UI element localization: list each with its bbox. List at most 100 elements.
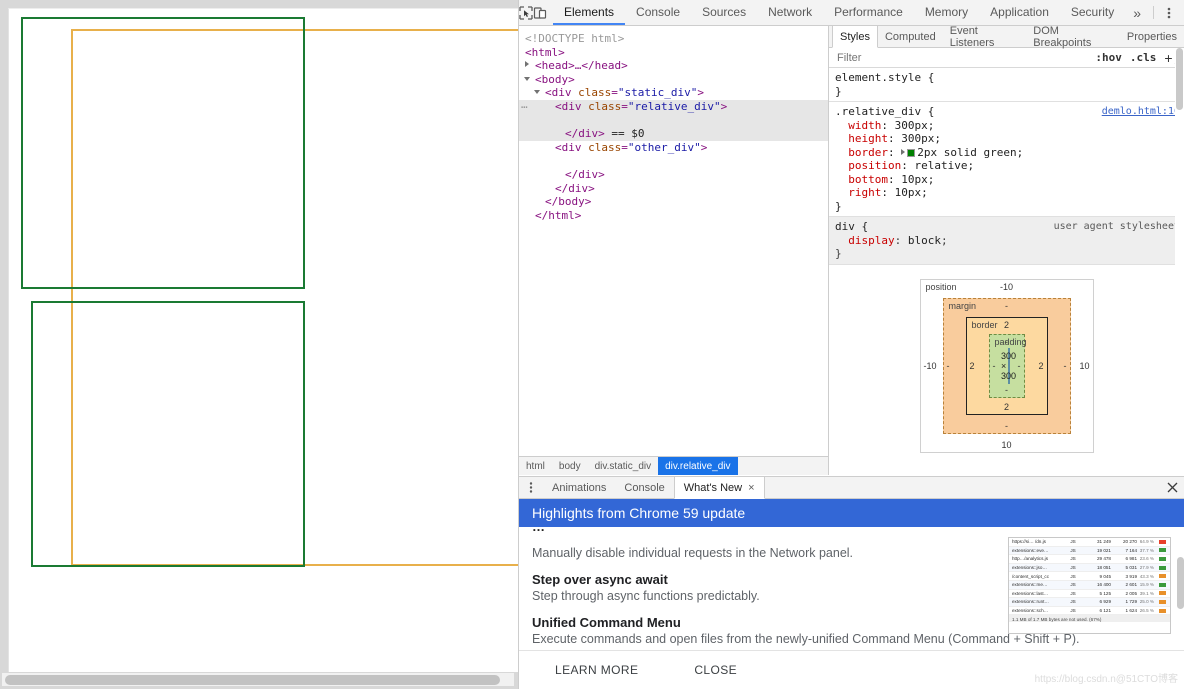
tab-elements[interactable]: Elements [553,0,626,25]
collapse-triangle-icon[interactable] [524,76,530,81]
box-model-padding-top[interactable]: - [1005,337,1008,347]
box-model-padding-left[interactable]: - [993,361,996,371]
dom-tree-row[interactable]: <div class="other_div"> [519,141,828,155]
tab-memory[interactable]: Memory [914,0,979,25]
box-model-margin-top[interactable]: - [1005,301,1008,311]
dom-tree-row[interactable]: <body> [519,73,828,87]
dom-tree-row[interactable]: </body> [519,195,828,209]
css-property-value[interactable]: 300px [895,119,928,132]
box-model-border-left[interactable]: 2 [970,361,975,371]
breadcrumb-item[interactable]: div.static_div [588,457,659,476]
dom-tree-row[interactable] [519,113,828,128]
dom-tree-row[interactable]: <head>…</head> [519,59,828,73]
css-property-name[interactable]: border [848,146,888,159]
css-selector[interactable]: element.style { [835,71,934,84]
box-model-margin-left[interactable]: - [947,361,950,371]
breadcrumb-item[interactable]: div.relative_div [658,456,738,475]
page-horizontal-scrollbar[interactable] [2,673,514,686]
css-property-name[interactable]: display [848,234,894,247]
css-property-value[interactable]: 10px [895,186,922,199]
dom-tree-row[interactable]: <html> [519,46,828,60]
css-rule[interactable]: element.style { } [829,68,1184,102]
drawer-tab-console[interactable]: Console [615,477,673,498]
network-table-footer: 1.1 MB of 1.7 MB bytes are not used. (67… [1009,615,1170,623]
box-model-border-right[interactable]: 2 [1038,361,1043,371]
cls-toggle[interactable]: .cls [1126,51,1161,64]
styles-tab-event-listeners[interactable]: Event Listeners [943,26,1027,49]
css-property-value[interactable]: relative [914,159,967,172]
tab-performance[interactable]: Performance [823,0,914,25]
box-model-padding-right[interactable]: - [1018,361,1021,371]
css-rule[interactable]: demlo.html:16 .relative_div { width: 300p… [829,102,1184,217]
tab-application[interactable]: Application [979,0,1060,25]
styles-vertical-scrollbar[interactable] [1175,48,1184,475]
box-model-position-right[interactable]: 10 [1079,361,1089,371]
tab-network[interactable]: Network [757,0,823,25]
close-tab-icon[interactable]: × [748,482,754,494]
box-model-border-top[interactable]: 2 [1004,320,1009,330]
drawer-vertical-scrollbar-thumb[interactable] [1177,557,1184,609]
whats-new-clipped-heading: … [532,527,545,534]
dom-tree[interactable]: <!DOCTYPE html> <html> <head>…</head> <body… [519,26,828,222]
expand-triangle-icon[interactable] [525,61,529,68]
more-options-icon[interactable] [1158,0,1180,25]
drawer-more-icon[interactable] [519,477,543,498]
breadcrumb-item[interactable]: html [519,457,552,476]
drawer-tab-animations[interactable]: Animations [543,477,615,498]
dom-tree-row[interactable]: </div> [519,182,828,196]
box-model-diagram[interactable]: position -10 -10 10 10 margin - - - - bo… [919,278,1094,453]
styles-vertical-scrollbar-thumb[interactable] [1176,48,1183,110]
dom-tree-row[interactable] [519,154,828,168]
tab-console[interactable]: Console [625,0,691,25]
color-swatch-icon[interactable] [907,148,916,157]
styles-tab-styles[interactable]: Styles [832,26,878,48]
dom-tree-row[interactable]: </html> [519,209,828,223]
css-property-value[interactable]: 2px solid green [917,146,1016,159]
box-model-padding-bottom[interactable]: - [1005,385,1008,395]
inspect-cursor-icon[interactable] [519,0,533,25]
more-tabs-icon[interactable]: » [1125,0,1149,25]
css-property-name[interactable]: width [848,119,881,132]
close-devtools-icon[interactable] [1180,0,1184,25]
collapse-triangle-icon[interactable] [534,90,540,95]
dom-tree-row[interactable]: </div> [519,168,828,182]
css-property-name[interactable]: position [848,159,901,172]
css-property-name[interactable]: height [848,132,888,145]
new-style-rule-button[interactable]: + [1160,50,1174,66]
close-drawer-icon[interactable] [1159,477,1184,498]
page-horizontal-scrollbar-thumb[interactable] [5,675,500,685]
learn-more-button[interactable]: LEARN MORE [555,663,638,677]
styles-tab-properties[interactable]: Properties [1120,26,1184,47]
box-model-content-box[interactable]: 300 × 300 [1001,347,1016,384]
css-property-value[interactable]: block [908,234,941,247]
expand-shorthand-icon[interactable] [901,148,906,155]
css-property-value[interactable]: 300px [901,132,934,145]
css-selector[interactable]: .relative_div { [835,105,934,118]
css-property-name[interactable]: right [848,186,881,199]
css-property-name[interactable]: bottom [848,173,888,186]
tab-security[interactable]: Security [1060,0,1125,25]
close-button[interactable]: CLOSE [694,663,737,677]
box-model-margin-right[interactable]: - [1064,361,1067,371]
styles-filter-input[interactable] [835,50,1092,65]
dom-tree-row[interactable]: <!DOCTYPE html> [519,32,828,46]
css-rule-source[interactable]: demlo.html:16 [1102,105,1180,119]
box-model-margin-bottom[interactable]: - [1005,421,1008,431]
hov-toggle[interactable]: :hov [1091,51,1126,64]
device-toolbar-icon[interactable] [533,0,547,25]
styles-tab-computed[interactable]: Computed [878,26,943,47]
dom-tree-row[interactable]: <div class="static_div"> [519,86,828,100]
css-property-value[interactable]: 10px [901,173,928,186]
box-model-border-bottom[interactable]: 2 [1004,402,1009,412]
tab-sources[interactable]: Sources [691,0,757,25]
css-selector[interactable]: div { [835,220,868,233]
dom-tree-row[interactable]: </div> == $0 [519,127,828,141]
drawer-tab-what-s-new[interactable]: What's New × [673,477,765,499]
box-model-position-top[interactable]: -10 [1000,282,1013,292]
css-rule[interactable]: user agent stylesheet div { display: bloc… [829,217,1184,265]
box-model-position-left[interactable]: -10 [924,361,937,371]
box-model-position-bottom[interactable]: 10 [1001,440,1011,450]
breadcrumb-item[interactable]: body [552,457,588,476]
styles-tab-dom-breakpoints[interactable]: DOM Breakpoints [1026,26,1120,49]
dom-tree-row[interactable]: … <div class="relative_div"> [519,98,828,114]
